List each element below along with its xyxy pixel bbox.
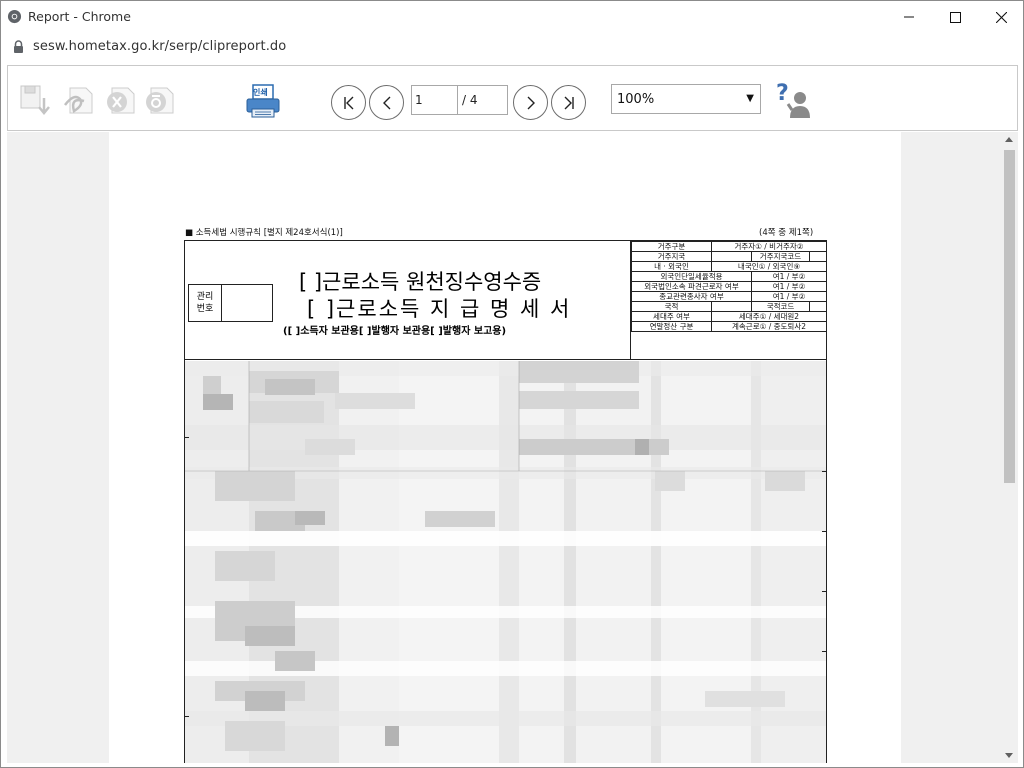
- maximize-icon: [949, 11, 961, 23]
- hwp-icon[interactable]: [142, 85, 176, 117]
- info-cell: 내 · 외국인: [631, 261, 712, 272]
- vertical-scrollbar[interactable]: [1001, 132, 1018, 763]
- close-button[interactable]: [978, 1, 1024, 33]
- scroll-down-arrow-icon[interactable]: [1005, 753, 1013, 758]
- first-page-icon: [343, 96, 353, 109]
- info-cell: 계속근로① / 중도퇴사2: [711, 321, 827, 332]
- url-text[interactable]: sesw.hometax.go.kr/serp/clipreport.do: [33, 39, 286, 54]
- print-button[interactable]: 인쇄: [244, 82, 282, 120]
- info-cell: 거주지국코드: [751, 251, 810, 262]
- print-label: 인쇄: [253, 88, 268, 97]
- margin-tick: [822, 531, 826, 532]
- info-cell: [809, 251, 827, 262]
- excel-icon[interactable]: [103, 85, 137, 117]
- form-title-statement: [ ]근로소득 지 급 명 세 서: [307, 297, 572, 321]
- info-cell: 종교관련종사자 여부: [631, 291, 752, 302]
- info-cell: 연말정산 구분: [631, 321, 712, 332]
- management-number-label: 관리 번호: [189, 285, 222, 321]
- page-number-input[interactable]: [412, 86, 458, 114]
- info-cell: 거주구분: [631, 241, 712, 252]
- report-viewport[interactable]: ■ 소득세법 시행규칙 [별지 제24호서식(1)] (4쪽 중 제1쪽) 관리…: [7, 132, 1018, 763]
- report-page: ■ 소득세법 시행규칙 [별지 제24호서식(1)] (4쪽 중 제1쪽) 관리…: [109, 132, 901, 763]
- window-title: Report - Chrome: [28, 9, 131, 24]
- form-copy-types: ([ ]소득자 보관용[ ]발행자 보관용[ ]발행자 보고용): [283, 326, 507, 337]
- scrollbar-thumb[interactable]: [1004, 150, 1015, 483]
- info-cell: 국적: [631, 301, 712, 312]
- lock-icon: [14, 40, 23, 53]
- info-cell: 세대주① / 세대원2: [711, 311, 827, 322]
- next-page-button[interactable]: [513, 85, 548, 120]
- chevron-down-icon: ▼: [746, 93, 754, 104]
- title-bar: Report - Chrome: [1, 1, 1023, 33]
- pdf-icon[interactable]: [62, 85, 96, 117]
- prev-page-icon: [382, 96, 390, 109]
- info-cell: 여1 / 부②: [751, 271, 827, 282]
- margin-tick: [822, 471, 826, 472]
- margin-tick: [822, 591, 826, 592]
- info-cell: 여1 / 부②: [751, 281, 827, 292]
- margin-tick: [185, 716, 189, 717]
- redacted-form-body: [185, 361, 826, 763]
- info-cell: 외국인단일세율적용: [631, 271, 752, 282]
- help-icon[interactable]: ?: [774, 80, 814, 120]
- prev-page-button[interactable]: [369, 85, 404, 120]
- info-cell: 세대주 여부: [631, 311, 712, 322]
- minimize-icon: [904, 16, 914, 18]
- info-cell: [809, 301, 827, 312]
- info-cell: 국적코드: [751, 301, 810, 312]
- svg-text:?: ?: [776, 81, 789, 106]
- zoom-select[interactable]: 100% ▼: [611, 84, 761, 114]
- info-cell: 여1 / 부②: [751, 291, 827, 302]
- form-header: 관리 번호 [ ]근로소득 원천징수영수증 [ ]근로소득 지 급 명 세 서 …: [185, 241, 827, 360]
- form-regulation-label: ■ 소득세법 시행규칙 [별지 제24호서식(1)]: [185, 228, 343, 238]
- first-page-button[interactable]: [331, 85, 366, 120]
- report-toolbar: 인쇄 / 4 100% ▼ ?: [7, 65, 1018, 131]
- management-number-box: 관리 번호: [188, 284, 273, 322]
- redacted-content-graphic: [185, 361, 826, 763]
- margin-tick: [822, 651, 826, 652]
- save-icon[interactable]: [18, 84, 52, 118]
- info-cell: 외국법인소속 파견근로자 여부: [631, 281, 752, 292]
- info-cell: [711, 251, 752, 262]
- minimize-button[interactable]: [886, 1, 932, 33]
- resident-info-table: 거주구분 거주자① / 비거주자② 거주지국 거주지국코드 내 · 외국인 내국인① …: [630, 241, 827, 360]
- maximize-button[interactable]: [932, 1, 978, 33]
- margin-tick: [185, 437, 189, 438]
- info-cell: 거주자① / 비거주자②: [711, 241, 827, 252]
- info-cell: 내국인① / 외국인⑨: [711, 261, 827, 272]
- info-cell: [711, 301, 752, 312]
- page-total: / 4: [462, 93, 478, 107]
- info-cell: 거주지국: [631, 251, 712, 262]
- address-bar[interactable]: sesw.hometax.go.kr/serp/clipreport.do: [1, 33, 1023, 61]
- withholding-receipt-form: 관리 번호 [ ]근로소득 원천징수영수증 [ ]근로소득 지 급 명 세 서 …: [184, 240, 827, 763]
- browser-window: Report - Chrome sesw.hometax.go.kr/serp/…: [0, 0, 1024, 768]
- scroll-up-arrow-icon[interactable]: [1005, 137, 1013, 142]
- zoom-value: 100%: [617, 92, 655, 107]
- page-number-box: / 4: [411, 85, 508, 115]
- chrome-app-icon: [7, 9, 22, 24]
- last-page-button[interactable]: [551, 85, 586, 120]
- form-title-receipt: [ ]근로소득 원천징수영수증: [299, 270, 542, 294]
- close-icon: [995, 11, 1007, 23]
- last-page-icon: [564, 96, 574, 109]
- page-of-label: (4쪽 중 제1쪽): [759, 228, 814, 238]
- next-page-icon: [527, 96, 535, 109]
